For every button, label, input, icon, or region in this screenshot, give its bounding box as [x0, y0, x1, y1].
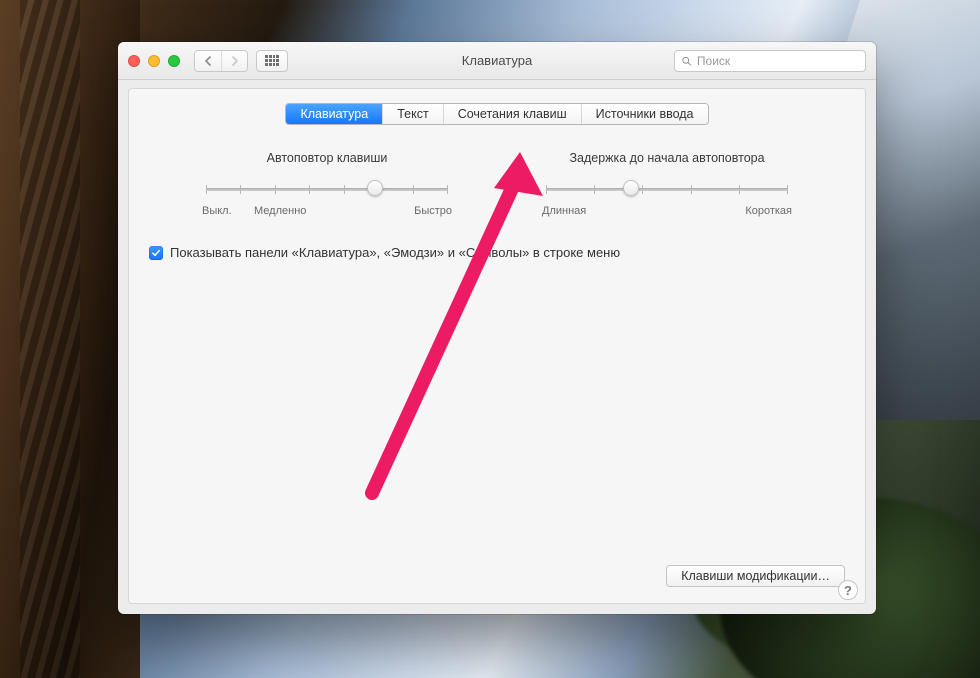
minimize-button[interactable] — [148, 55, 160, 67]
help-icon: ? — [844, 583, 852, 598]
tab-text[interactable]: Текст — [382, 104, 442, 124]
slider-knob[interactable] — [367, 180, 383, 196]
preferences-panel: Клавиатура Текст Сочетания клавиш Источн… — [128, 88, 866, 604]
slider-ticks — [206, 185, 448, 194]
back-button[interactable] — [195, 51, 221, 71]
window-controls — [128, 55, 180, 67]
tab-input-sources[interactable]: Источники ввода — [581, 104, 708, 124]
window-titlebar: Клавиатура — [118, 42, 876, 80]
chevron-right-icon — [231, 56, 239, 66]
close-button[interactable] — [128, 55, 140, 67]
key-repeat-slider[interactable] — [206, 179, 448, 199]
tab-shortcuts[interactable]: Сочетания клавиш — [443, 104, 581, 124]
show-all-button[interactable] — [256, 50, 288, 72]
slider-footer: Длинная Короткая — [542, 205, 792, 217]
zoom-button[interactable] — [168, 55, 180, 67]
tab-keyboard[interactable]: Клавиатура — [286, 104, 382, 124]
tab-bar: Клавиатура Текст Сочетания клавиш Источн… — [285, 103, 708, 125]
modifier-keys-button[interactable]: Клавиши модификации… — [666, 565, 845, 587]
delay-label: Задержка до начала автоповтора — [542, 151, 792, 165]
search-input[interactable] — [697, 54, 859, 68]
slider-ticks — [546, 185, 788, 194]
slider-right-label: Короткая — [745, 205, 792, 217]
delay-slider[interactable] — [546, 179, 788, 199]
slider-left-label: Длинная — [542, 205, 586, 217]
forward-button[interactable] — [221, 51, 247, 71]
slider-left-label: Выкл. — [202, 205, 232, 217]
search-field[interactable] — [674, 50, 866, 72]
slider-mid-label: Медленно — [254, 205, 306, 217]
search-icon — [681, 55, 692, 67]
slider-footer: Выкл. Медленно Быстро — [202, 205, 452, 217]
window-body: Клавиатура Текст Сочетания клавиш Источн… — [118, 80, 876, 614]
checkbox[interactable] — [149, 246, 163, 260]
grid-icon — [265, 55, 279, 67]
slider-right-label: Быстро — [414, 205, 452, 217]
show-keyboard-menu-checkbox-row: Показывать панели «Клавиатура», «Эмодзи»… — [149, 245, 845, 260]
nav-segment — [194, 50, 248, 72]
key-repeat-label: Автоповтор клавиши — [202, 151, 452, 165]
slider-knob[interactable] — [623, 180, 639, 196]
chevron-left-icon — [204, 56, 212, 66]
sliders-row: Автоповтор клавиши Выкл. Медленно Быстро… — [149, 151, 845, 217]
delay-block: Задержка до начала автоповтора Длинная К… — [542, 151, 792, 217]
help-button[interactable]: ? — [838, 580, 858, 600]
key-repeat-block: Автоповтор клавиши Выкл. Медленно Быстро — [202, 151, 452, 217]
preferences-window: Клавиатура Клавиатура Текст Сочетания кл… — [118, 42, 876, 614]
checkbox-label: Показывать панели «Клавиатура», «Эмодзи»… — [170, 245, 620, 260]
checkmark-icon — [151, 248, 161, 258]
